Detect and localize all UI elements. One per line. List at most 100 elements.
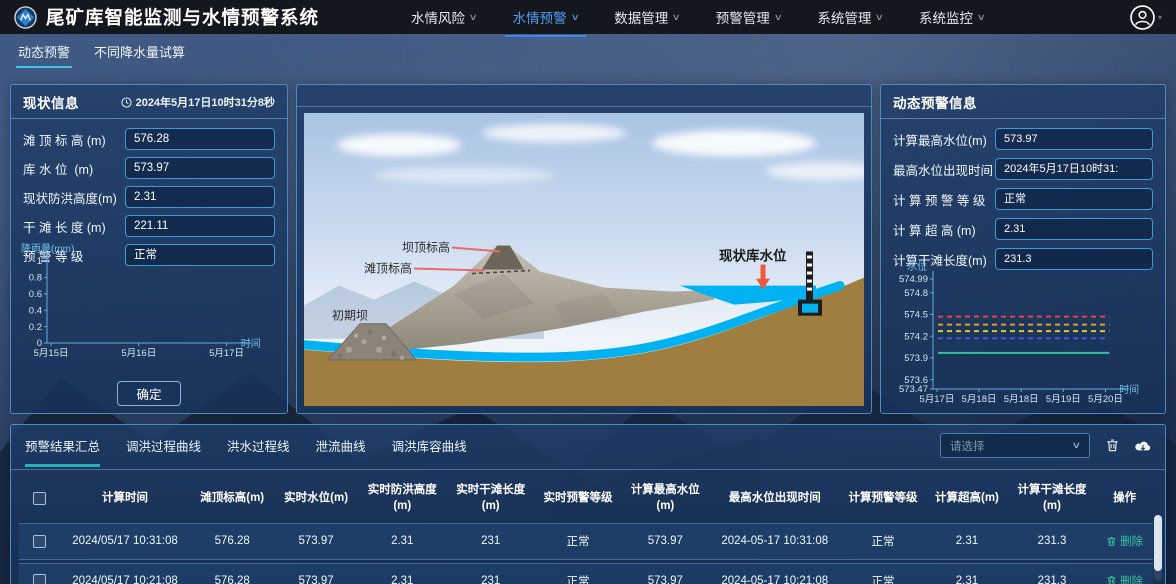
confirm-button[interactable]: 确定 (117, 381, 181, 406)
svg-text:0.6: 0.6 (29, 289, 42, 300)
select-placeholder: 请选择 (950, 438, 985, 454)
nav-item-system-monitor[interactable]: 系统监控 ∨ (919, 7, 985, 27)
nav-label: 水情预警 (513, 7, 567, 27)
panel-title: 动态预警信息 (893, 92, 977, 112)
column-header: 计算超高(m) (926, 475, 1008, 520)
table-cell: 231 (446, 563, 534, 584)
field-value-input[interactable]: 正常 (995, 188, 1153, 210)
dynamic-warning-fields: 计算最高水位(m) 573.97 最高水位出现时间 2024年5月17日10时3… (881, 119, 1165, 270)
svg-text:时间: 时间 (241, 337, 261, 350)
results-head-row: 计算时间滩顶标高(m)实时水位(m)实时防洪高度(m)实时干滩长度(m)实时预警… (19, 475, 1153, 520)
svg-text:574.99: 574.99 (899, 274, 928, 285)
svg-text:5月15日: 5月15日 (34, 348, 69, 359)
row-actions-cell: 删除 (1096, 523, 1153, 560)
chevron-down-icon: ∨ (469, 12, 478, 23)
field-label: 计算最高水位(m) (893, 130, 987, 149)
field-value-input[interactable]: 2.31 (125, 186, 275, 208)
svg-text:5月18日: 5月18日 (1004, 394, 1039, 405)
clock-icon (121, 97, 132, 108)
field-value-input[interactable]: 2024年5月17日10时31: (995, 158, 1153, 180)
chevron-down-icon: ∨ (672, 12, 681, 23)
chevron-down-icon: ∨ (977, 12, 986, 23)
row-checkbox[interactable] (33, 574, 46, 584)
field-value-input[interactable]: 573.97 (125, 157, 275, 179)
panel-header: 现状信息 2024年5月17日10时31分8秒 (11, 85, 287, 119)
tab-storage-capacity-curve[interactable]: 调洪库容曲线 (392, 436, 467, 455)
user-avatar[interactable]: ▾ (1130, 5, 1162, 30)
results-tabs: 预警结果汇总 调洪过程曲线 洪水过程线 泄流曲线 调洪库容曲线 请选择 ∨ (11, 425, 1165, 470)
svg-text:0.4: 0.4 (29, 305, 42, 316)
table-cell: 2.31 (926, 563, 1008, 584)
column-header: 实时水位(m) (274, 475, 358, 520)
nav-item-data-management[interactable]: 数据管理 ∨ (614, 7, 680, 27)
main-nav: 水情风险 ∨ 水情预警 ∨ 数据管理 ∨ 预警管理 ∨ 系统管理 ∨ 系统监控 … (411, 7, 985, 27)
tab-flood-routing-curve[interactable]: 调洪过程曲线 (126, 436, 201, 455)
field-value-input[interactable]: 573.97 (995, 128, 1153, 150)
table-cell: 2024/05/17 10:31:08 (60, 523, 190, 560)
results-table-body: 2024/05/17 10:31:08576.28573.972.31231正常… (19, 523, 1153, 584)
table-cell: 正常 (840, 523, 926, 560)
row-checkbox[interactable] (33, 535, 46, 548)
table-cell: 2024-05-17 10:31:08 (710, 523, 840, 560)
column-header: 实时干滩长度(m) (446, 475, 534, 520)
field-value-input[interactable]: 576.28 (125, 128, 275, 150)
scrollbar-thumb[interactable] (1154, 515, 1162, 571)
nav-item-water-risk[interactable]: 水情风险 ∨ (411, 7, 477, 27)
tab-discharge-curve[interactable]: 泄流曲线 (316, 436, 366, 455)
water-level-chart: 573.47573.6573.9574.2574.5574.8574.995月1… (887, 261, 1159, 409)
tab-rainfall-trial[interactable]: 不同降水量试算 (94, 42, 185, 68)
field-dry-beach-length: 干 滩 长 度 (m) 221.11 (23, 215, 275, 237)
svg-text:574.8: 574.8 (904, 288, 928, 299)
results-filter-select[interactable]: 请选择 ∨ (940, 433, 1090, 458)
table-cell: 573.97 (274, 523, 358, 560)
app-logo-icon (14, 6, 37, 29)
tab-warning-results-summary[interactable]: 预警结果汇总 (25, 436, 100, 455)
initial-dam-label: 初期坝 (332, 309, 368, 323)
beach-crest-label: 滩顶标高 (364, 261, 412, 276)
table-cell: 2.31 (926, 523, 1008, 560)
cloud-download-icon (1135, 439, 1151, 453)
nav-label: 水情风险 (411, 7, 465, 27)
nav-item-water-warning[interactable]: 水情预警 ∨ (513, 7, 579, 27)
svg-text:5月16日: 5月16日 (121, 348, 156, 359)
row-select-cell (19, 523, 60, 560)
field-beach-crest-elevation: 滩 顶 标 高 (m) 576.28 (23, 128, 275, 150)
field-value-input[interactable]: 2.31 (995, 218, 1153, 240)
svg-text:0.2: 0.2 (29, 322, 42, 333)
tab-dynamic-warning[interactable]: 动态预警 (18, 42, 70, 68)
table-cell: 576.28 (190, 563, 274, 584)
table-cell: 573.97 (621, 523, 709, 560)
tab-flood-process-curve[interactable]: 洪水过程线 (227, 436, 290, 455)
delete-row-button[interactable]: 删除 (1106, 573, 1143, 584)
download-button[interactable] (1135, 439, 1151, 453)
chevron-down-icon: ∨ (773, 12, 782, 23)
nav-item-warning-management[interactable]: 预警管理 ∨ (716, 7, 782, 27)
nav-item-system-management[interactable]: 系统管理 ∨ (817, 7, 883, 27)
chevron-down-icon: ∨ (875, 12, 884, 23)
table-cell: 正常 (840, 563, 926, 584)
table-scrollbar[interactable] (1154, 515, 1162, 581)
table-cell: 573.97 (274, 563, 358, 584)
timestamp-text: 2024年5月17日10时31分8秒 (136, 94, 275, 110)
field-value-input[interactable]: 221.11 (125, 215, 275, 237)
rainfall-chart: 00.20.40.60.815月15日5月16日5月17日降雨量(mm)时间 (17, 243, 281, 363)
app-title: 尾矿库智能监测与水情预警系统 (46, 4, 319, 30)
panel-header: 动态预警信息 (881, 85, 1165, 119)
column-header: 计算最高水位(m) (621, 475, 709, 520)
svg-text:5月20日: 5月20日 (1088, 394, 1123, 405)
current-status-panel: 现状信息 2024年5月17日10时31分8秒 滩 顶 标 高 (m) 576.… (10, 84, 288, 414)
select-all-checkbox[interactable] (33, 492, 46, 505)
column-header: 滩顶标高(m) (190, 475, 274, 520)
nav-label: 系统监控 (919, 7, 973, 27)
delete-selected-button[interactable] (1105, 438, 1120, 453)
column-header: 计算干滩长度(m) (1008, 475, 1096, 520)
nav-label: 预警管理 (716, 7, 770, 27)
dam-diagram-panel: 坝顶标高 滩顶标高 初期坝 现状库水位 (296, 84, 872, 414)
select-all-cell (19, 475, 60, 520)
field-calc-freeboard: 计 算 超 高 (m) 2.31 (893, 218, 1153, 240)
delete-row-button[interactable]: 删除 (1106, 533, 1143, 549)
field-flood-height: 现状防洪高度(m) 2.31 (23, 186, 275, 208)
dam-diagram-svg: 坝顶标高 滩顶标高 初期坝 现状库水位 (304, 113, 864, 406)
svg-text:5月17日: 5月17日 (919, 394, 954, 405)
panel-title: 现状信息 (23, 92, 79, 112)
